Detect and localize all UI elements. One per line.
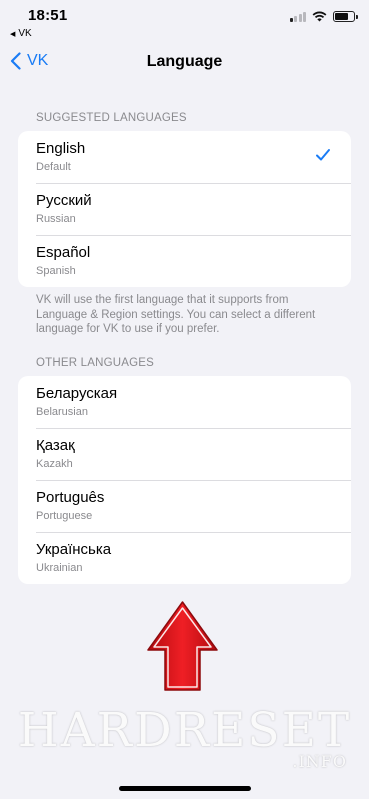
watermark: HARDRESET <box>17 703 352 758</box>
language-footnote: VK will use the first language that it s… <box>36 294 316 335</box>
language-name: Українська <box>36 541 112 558</box>
arrow-up-icon <box>147 601 218 691</box>
language-subtitle: Kazakh <box>36 458 73 470</box>
back-to-app[interactable]: ◀ VK <box>10 28 32 39</box>
language-row-spanish[interactable]: Español Spanish <box>18 235 351 287</box>
language-name: English <box>36 140 86 157</box>
checkmark-icon <box>316 149 330 161</box>
back-app-icon: ◀ <box>10 30 16 38</box>
wifi-icon <box>312 11 327 22</box>
language-subtitle: Belarusian <box>36 406 88 418</box>
battery-icon <box>333 11 358 22</box>
suggested-languages-header: SUGGESTED LANGUAGES <box>36 112 187 124</box>
language-subtitle: Ukrainian <box>36 562 83 574</box>
other-languages-list: Беларуская Belarusian Қазақ Kazakh Portu… <box>18 376 351 584</box>
language-row-ukrainian[interactable]: Українська Ukrainian <box>18 532 351 584</box>
home-indicator <box>119 786 251 791</box>
suggested-languages-list: English Default Русский Russian Español … <box>18 131 351 287</box>
page-title: Language <box>146 53 223 70</box>
status-time: 18:51 <box>28 7 68 24</box>
language-name: Português <box>36 489 105 506</box>
back-app-label: VK <box>18 28 32 39</box>
other-languages-header: OTHER LANGUAGES <box>36 357 155 369</box>
status-bar: 18:51 ◀ VK <box>0 0 369 44</box>
language-name: Қазақ <box>36 437 75 454</box>
language-row-english[interactable]: English Default <box>18 131 351 183</box>
language-name: Беларуская <box>36 385 118 402</box>
language-subtitle: Portuguese <box>36 510 93 522</box>
language-row-kazakh[interactable]: Қазақ Kazakh <box>18 428 351 480</box>
status-icons <box>289 11 358 22</box>
language-subtitle: Russian <box>36 213 76 225</box>
language-name: Español <box>36 244 91 261</box>
signal-icon <box>289 11 306 22</box>
navigation-bar: VK Language <box>0 44 369 82</box>
language-name: Русский <box>36 192 92 209</box>
language-subtitle: Default <box>36 161 71 173</box>
language-row-belarusian[interactable]: Беларуская Belarusian <box>18 376 351 428</box>
language-row-russian[interactable]: Русский Russian <box>18 183 351 235</box>
language-row-portuguese[interactable]: Português Portuguese <box>18 480 351 532</box>
language-subtitle: Spanish <box>36 265 76 277</box>
watermark-sub: .INFO <box>292 752 347 771</box>
